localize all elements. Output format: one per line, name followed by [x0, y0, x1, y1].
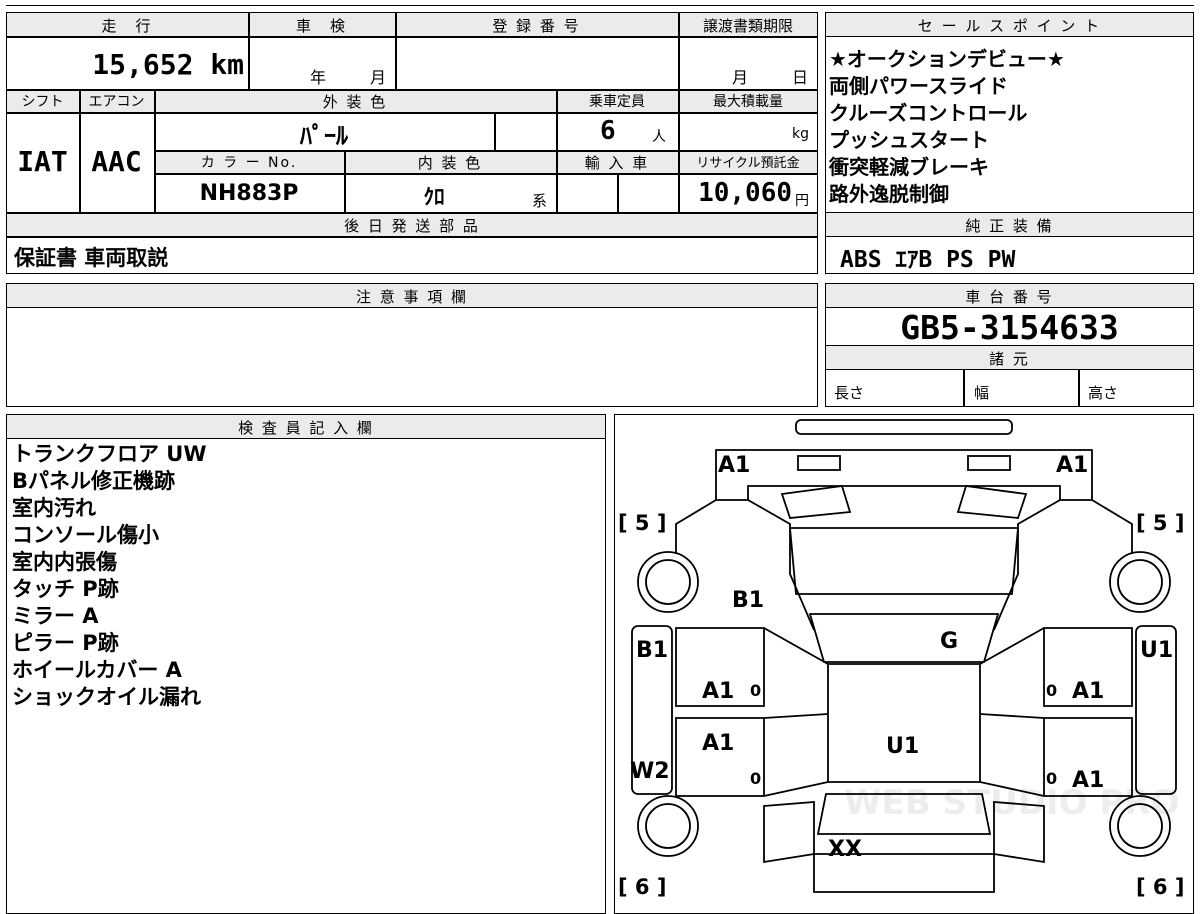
shaken-month-label: 月	[370, 68, 387, 87]
zero-rear-right: 0	[1046, 769, 1057, 788]
mark-door-front-right: A1	[1072, 679, 1104, 704]
inspector-line: ホイールカバー A	[12, 658, 182, 682]
inspector-line: コンソール傷小	[12, 523, 159, 547]
interior-color-suffix: 系	[532, 192, 548, 210]
mark-hood-left: B1	[732, 588, 764, 613]
mark-sill-left: W2	[630, 759, 670, 784]
aircon-value: AAC	[91, 145, 142, 178]
chassis-header: 車 台 番 号	[965, 288, 1054, 306]
mark-front-right: A1	[1056, 453, 1088, 478]
inspector-line: Bパネル修正機跡	[12, 469, 176, 493]
mark-rear: XX	[828, 837, 862, 862]
top-strip	[6, 0, 1194, 6]
shift-header: シフト	[21, 94, 64, 110]
mark-side-left: B1	[636, 638, 668, 663]
sales-point-item: 路外逸脱制御	[829, 182, 949, 206]
exterior-color-value: ﾊﾟｰﾙ	[300, 122, 348, 150]
rule	[6, 236, 818, 238]
bracket-rear-right: [ 6 ]	[1136, 875, 1184, 899]
interior-color-header: 内 装 色	[417, 154, 483, 172]
later-parts-header: 後 日 発 送 部 品	[344, 217, 480, 235]
capacity-unit: 人	[652, 129, 666, 145]
rule	[6, 112, 818, 114]
sales-point-item: 衝突軽減ブレーキ	[829, 155, 989, 179]
rule	[1078, 369, 1080, 407]
inspector-line: ミラー A	[12, 604, 99, 628]
rule	[6, 36, 818, 38]
sales-point-item: 両側パワースライド	[829, 74, 1008, 98]
shaken-year-label: 年	[310, 68, 327, 87]
zero-rear-left: 0	[750, 769, 761, 788]
inspector-line: ショックオイル漏れ	[12, 685, 201, 709]
aircon-header: エアコン	[88, 94, 145, 110]
spec-length-label: 長さ	[834, 384, 865, 402]
max-load-header: 最大積載量	[713, 94, 783, 110]
mark-side-right: U1	[1140, 638, 1173, 663]
equipment-header: 純 正 装 備	[965, 217, 1054, 235]
recycle-unit: 円	[795, 193, 809, 209]
color-no-header: カ ラ ー No.	[200, 155, 298, 171]
shift-value: IAT	[17, 145, 68, 178]
exterior-color-header: 外 装 色	[322, 93, 388, 111]
rule	[154, 173, 818, 175]
capacity-header: 乗車定員	[589, 94, 645, 110]
sales-points-header: セ ー ル ス ポ イ ン ト	[917, 17, 1102, 35]
bracket-front-left: [ 5 ]	[618, 511, 666, 535]
deadline-day-label: 日	[792, 68, 809, 87]
deadline-month-label: 月	[732, 68, 749, 87]
mark-roof: G	[940, 629, 958, 654]
mark-door-rear-right: A1	[1072, 768, 1104, 793]
specs-header: 諸 元	[989, 350, 1030, 368]
color-no-value: NH883P	[199, 181, 299, 206]
shaken-header: 車 検	[295, 17, 347, 35]
bracket-front-right: [ 5 ]	[1136, 511, 1184, 535]
zero-front-right: 0	[1046, 681, 1057, 700]
spec-height-label: 高さ	[1088, 384, 1119, 402]
inspector-line: タッチ P跡	[12, 577, 119, 601]
later-parts-value: 保証書 車両取説	[14, 246, 169, 270]
import-header: 輸 入 車	[584, 154, 650, 172]
mark-front-left: A1	[718, 453, 750, 478]
mileage-header: 走 行	[101, 17, 153, 35]
chassis-number: GB5-3154633	[900, 308, 1119, 347]
deadline-header: 譲渡書類期限	[702, 17, 793, 35]
notes-header: 注 意 事 項 欄	[355, 288, 469, 306]
mark-door-rear-left: A1	[702, 731, 734, 756]
sales-point-item: プッシュスタート	[829, 128, 989, 152]
zero-front-left: 0	[750, 681, 761, 700]
watermark: WEB STUDIO PRO	[844, 783, 1179, 823]
sales-point-item: ★オークションデビュー★	[829, 47, 1065, 71]
rule	[963, 369, 965, 407]
mark-door-front-left: A1	[702, 679, 734, 704]
mileage-value: 15,652 km	[92, 48, 244, 81]
inspector-line: トランクフロア UW	[12, 442, 207, 466]
inspector-line: ピラー P跡	[12, 631, 119, 655]
inspector-line: 室内汚れ	[12, 496, 96, 520]
rule	[6, 212, 818, 214]
spec-width-label: 幅	[974, 384, 990, 402]
inspector-header: 検 査 員 記 入 欄	[238, 419, 374, 437]
inspector-line: 室内内張傷	[12, 550, 117, 574]
sales-point-item: クルーズコントロール	[829, 101, 1028, 125]
load-unit: kg	[792, 126, 809, 142]
interior-color-value: ｸﾛ	[423, 185, 445, 209]
recycle-value: 10,060	[698, 178, 792, 208]
rule	[678, 12, 680, 212]
bracket-rear-left: [ 6 ]	[618, 875, 666, 899]
rule	[617, 173, 619, 212]
capacity-value: 6	[600, 116, 616, 146]
registration-header: 登 録 番 号	[492, 17, 581, 35]
car-damage-diagram: WEB STUDIO PRO A1 A1 [ 5 ] [ 5 ] B1 G B1…	[618, 419, 1184, 899]
recycle-header: リサイクル預託金	[696, 156, 800, 171]
rule	[494, 112, 496, 150]
mark-center: U1	[886, 734, 919, 759]
equipment-value: ABS ｴｱB PS PW	[840, 247, 1016, 273]
